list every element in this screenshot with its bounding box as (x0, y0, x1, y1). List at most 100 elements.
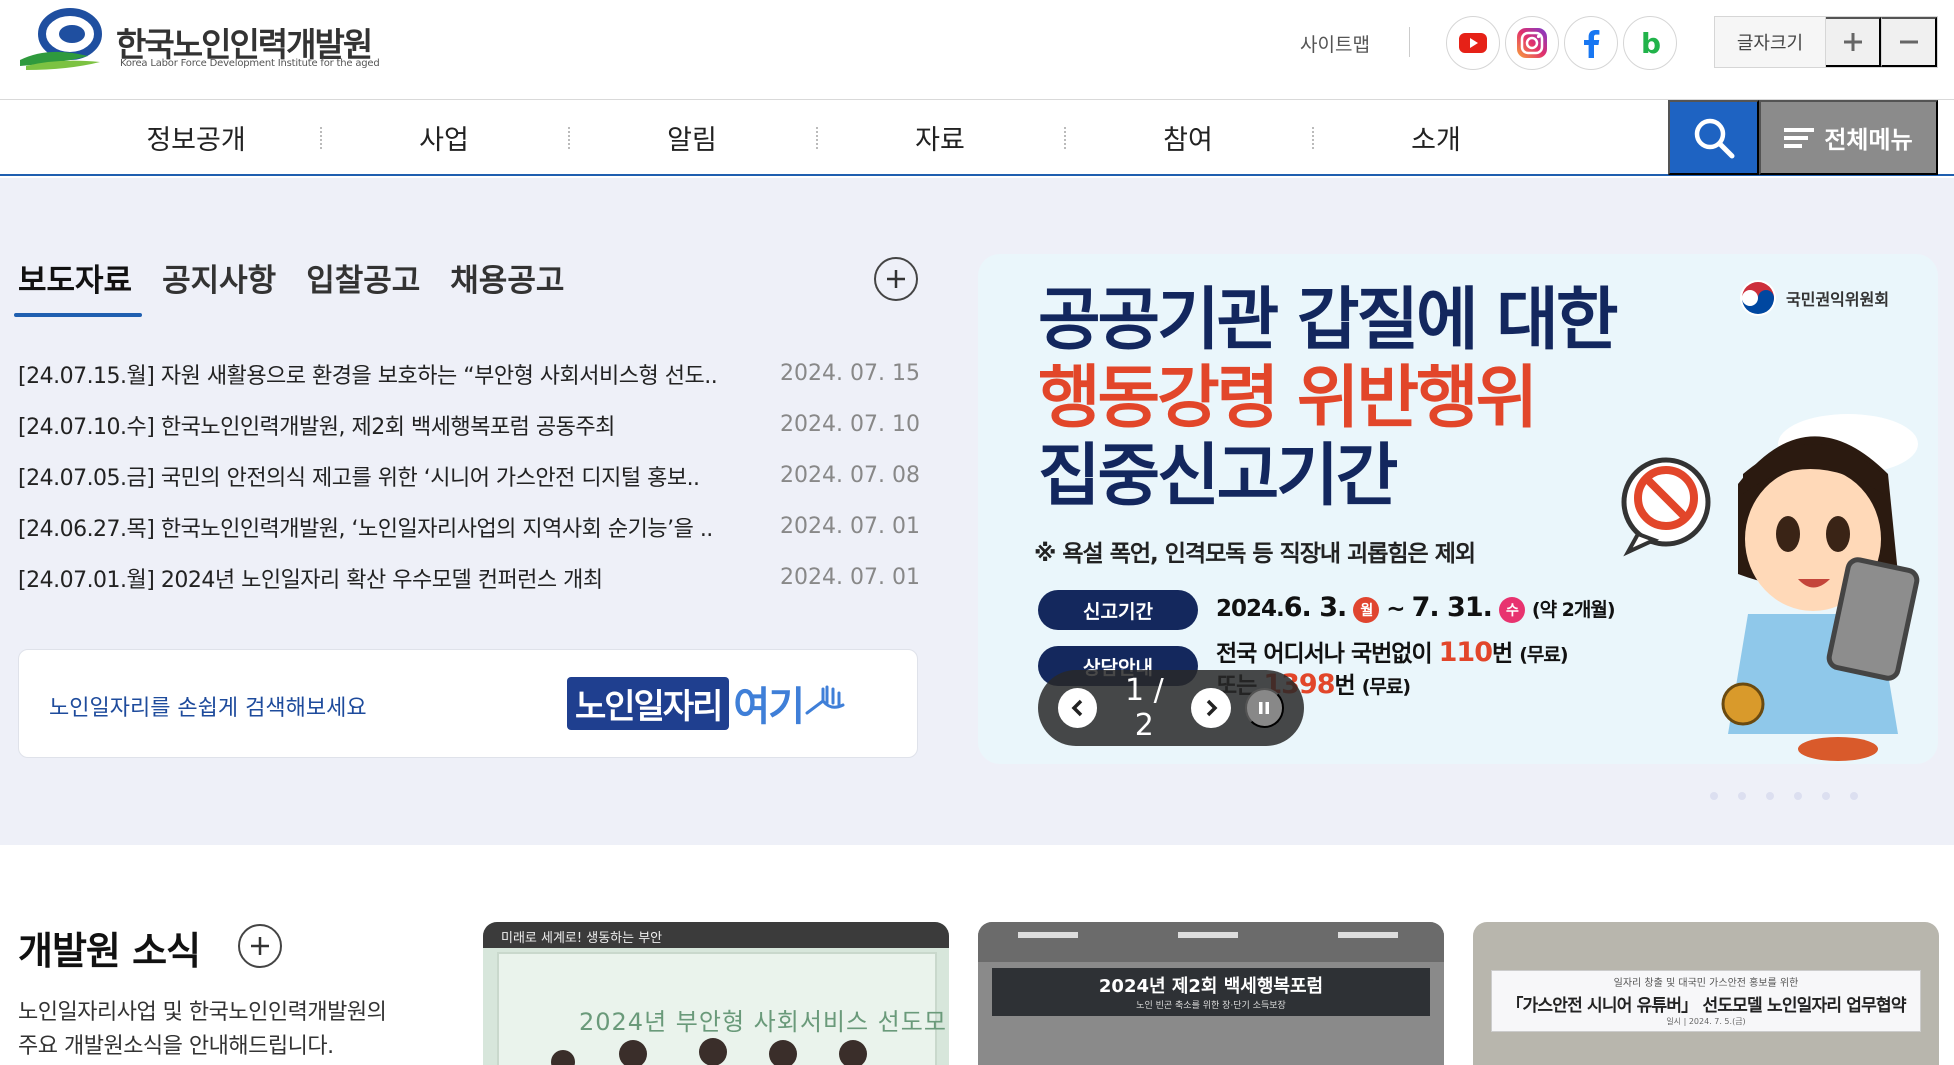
news-list: [24.07.15.월] 자원 새활용으로 환경을 보호하는 “부안형 사회서비… (18, 348, 920, 603)
banner-headline-line1: 공공기관 갑질에 대한 (1038, 281, 1618, 360)
news-title[interactable]: [24.07.01.월] 2024년 노인일자리 확산 우수모델 컨퍼런스 개최 (18, 562, 603, 594)
pause-icon (1259, 702, 1270, 714)
instagram-icon (1517, 28, 1547, 58)
nav-item-participation[interactable]: 참여 (1064, 100, 1312, 174)
consult-unit-1: 번 (1492, 641, 1513, 667)
font-size-decrease-button[interactable] (1881, 17, 1937, 67)
banner-prev-button[interactable] (1058, 688, 1098, 728)
facebook-link[interactable] (1564, 16, 1618, 70)
nav-item-info-disclosure[interactable]: 정보공개 (72, 100, 320, 174)
main-visual-section: 보도자료 공지사항 입찰공고 채용공고 [24.07.15.월] 자원 새활용으… (0, 178, 1954, 845)
news-date: 2024. 07. 08 (780, 463, 920, 488)
consult-line-1: 전국 어디서나 국번없이 110번 (무료) (1216, 634, 1569, 668)
thumbnail-banner-date: 일시 | 2024. 7. 5.(금) (1666, 1017, 1746, 1026)
consult-note-1: (무료) (1519, 644, 1568, 666)
search-button[interactable] (1668, 100, 1759, 175)
nav-item-about[interactable]: 소개 (1312, 100, 1560, 174)
banner-org-name: 국민권익위원회 (1786, 290, 1890, 309)
font-size-increase-button[interactable] (1825, 17, 1882, 67)
site-logo[interactable]: 한국노인인력개발원 Korea Labor Force Development … (18, 8, 398, 74)
banner-next-button[interactable] (1191, 688, 1231, 728)
news-thumbnail[interactable]: 일자리 창출 및 대국민 가스안전 홍보를 위한 「가스안전 시니어 유튜버」 … (1473, 922, 1939, 1065)
banner-headline-line2: 행동강령 위반행위 (1038, 359, 1538, 438)
thumbnail-banner: 2024년 제2회 백세행복포럼 노인 빈곤 축소를 위한 장·단기 소득보장 (992, 968, 1430, 1016)
thumbnail-caption: 미래로 세계로! 생동하는 부안 (483, 922, 949, 948)
logo-subtitle: Korea Labor Force Development Institute … (120, 58, 380, 69)
blog-icon: b (1641, 29, 1661, 57)
sitemap-link[interactable]: 사이트맵 (1300, 30, 1370, 57)
main-navigation: 정보공개 사업 알림 자료 참여 소개 전체메뉴 (0, 100, 1954, 176)
all-menu-button[interactable]: 전체메뉴 (1759, 100, 1938, 175)
job-search-text: 노인일자리를 손쉽게 검색해보세요 (49, 696, 367, 721)
section-description-line: 주요 개발원소식을 안내해드립니다. (18, 1034, 334, 1059)
nav-item-business[interactable]: 사업 (320, 100, 568, 174)
news-section-more-button[interactable] (238, 924, 282, 968)
period-label: 신고기간 (1038, 590, 1198, 630)
promo-banner[interactable]: 국민권익위원회 공공기관 갑질에 대한 행동강령 위반행위 집중신고기간 ※ 욕… (978, 254, 1938, 764)
news-more-button[interactable] (874, 257, 918, 301)
plus-icon (1843, 33, 1862, 51)
list-item[interactable]: [24.07.10.수] 한국노인인력개발원, 제2회 백세행복포럼 공동주최 … (18, 399, 920, 450)
job-search-logo: 노인일자리 여기 (567, 674, 857, 732)
nav-item-resources[interactable]: 자료 (816, 100, 1064, 174)
chevron-right-icon (1206, 699, 1218, 717)
thumbnail-banner-subtitle: 노인 빈곤 축소를 위한 장·단기 소득보장 (1136, 1001, 1286, 1011)
period-year: 2024. (1216, 596, 1285, 622)
banner-note: ※ 욕설 폭언, 인격모독 등 직장내 괴롭힘은 제외 (1034, 541, 1476, 567)
news-thumbnail[interactable]: 미래로 세계로! 생동하는 부안 2024년 부안형 사회서비스 선도모델사업 … (483, 922, 949, 1065)
section-description-line: 노인일자리사업 및 한국노인인력개발원의 (18, 1000, 387, 1025)
news-title[interactable]: [24.07.15.월] 자원 새활용으로 환경을 보호하는 “부안형 사회서비… (18, 358, 717, 390)
top-bar: 한국노인인력개발원 Korea Labor Force Development … (0, 0, 1954, 100)
plus-icon (887, 270, 905, 288)
job-search-card[interactable]: 노인일자리를 손쉽게 검색해보세요 노인일자리 여기 (18, 649, 918, 758)
tab-press-release[interactable]: 보도자료 (13, 255, 143, 317)
news-thumbnail[interactable]: 2024년 제2회 백세행복포럼 노인 빈곤 축소를 위한 장·단기 소득보장 (978, 922, 1444, 1065)
consult-note-2: (무료) (1361, 676, 1411, 698)
svg-text:b: b (1641, 29, 1661, 57)
news-date: 2024. 07. 10 (780, 412, 920, 437)
consult-unit-2: 번 (1334, 673, 1356, 699)
list-item[interactable]: [24.06.27.목] 한국노인인력개발원, ‘노인일자리사업의 지역사회 순… (18, 501, 920, 552)
news-title[interactable]: [24.07.10.수] 한국노인인력개발원, 제2회 백세행복포럼 공동주최 (18, 409, 615, 441)
news-title[interactable]: [24.06.27.목] 한국노인인력개발원, ‘노인일자리사업의 지역사회 순… (18, 511, 713, 543)
tab-notices[interactable]: 공지사항 (162, 255, 276, 309)
banner-headline: 공공기관 갑질에 대한 행동강령 위반행위 집중신고기간 (1038, 281, 1618, 516)
pointing-hand-icon (805, 685, 845, 715)
thumbnail-banner-title: 「가스안전 시니어 유튜버」 선도모델 노인일자리 업무협약 (1506, 996, 1906, 1016)
list-item[interactable]: [24.07.05.금] 국민의 안전의식 제고를 위한 ‘시니어 가스안전 디… (18, 450, 920, 501)
font-size-label: 글자크기 (1715, 17, 1826, 67)
plus-icon (251, 937, 269, 955)
list-item[interactable]: [24.07.15.월] 자원 새활용으로 환경을 보호하는 “부안형 사회서비… (18, 348, 920, 399)
consult-text-1: 전국 어디서나 국번없이 (1216, 641, 1433, 667)
period-line: 2024.6. 3. 월 ~ 7. 31. 수 (약 2개월) (1216, 592, 1616, 623)
minus-icon (1899, 40, 1918, 44)
facebook-icon (1584, 30, 1600, 58)
people-photo (551, 1038, 867, 1065)
divider (1409, 27, 1410, 57)
taegeuk-icon (1740, 280, 1776, 316)
news-date: 2024. 07. 01 (780, 514, 920, 539)
ceiling-photo (978, 922, 1444, 962)
period-end: 7. 31. (1411, 592, 1493, 623)
font-size-control: 글자크기 (1714, 16, 1938, 68)
news-tab-list: 보도자료 공지사항 입찰공고 채용공고 (13, 255, 564, 317)
chevron-left-icon (1071, 699, 1082, 717)
blog-link[interactable]: b (1623, 16, 1677, 70)
job-logo-part2: 여기 (733, 684, 805, 730)
list-item[interactable]: [24.07.01.월] 2024년 노인일자리 확산 우수모델 컨퍼런스 개최… (18, 552, 920, 603)
nav-item-notice[interactable]: 알림 (568, 100, 816, 174)
youtube-link[interactable] (1446, 16, 1500, 70)
thumbnail-banner-small: 일자리 창출 및 대국민 가스안전 홍보를 위한 (1613, 978, 1799, 989)
thumbnail-banner-title: 2024년 제2회 백세행복포럼 (1098, 976, 1324, 997)
decorative-dots (1710, 792, 1858, 800)
youtube-icon (1459, 33, 1487, 53)
instagram-link[interactable] (1505, 16, 1559, 70)
tab-bids[interactable]: 입찰공고 (306, 255, 420, 309)
banner-pause-button[interactable] (1244, 688, 1284, 728)
period-end-day: 수 (1498, 596, 1525, 623)
tab-recruitment[interactable]: 채용공고 (450, 255, 564, 309)
thumbnail-banner: 일자리 창출 및 대국민 가스안전 홍보를 위한 「가스안전 시니어 유튜버」 … (1491, 970, 1921, 1032)
banner-headline-line3: 집중신고기간 (1038, 437, 1398, 516)
news-title[interactable]: [24.07.05.금] 국민의 안전의식 제고를 위한 ‘시니어 가스안전 디… (18, 460, 700, 492)
job-logo-part1: 노인일자리 (567, 676, 730, 730)
